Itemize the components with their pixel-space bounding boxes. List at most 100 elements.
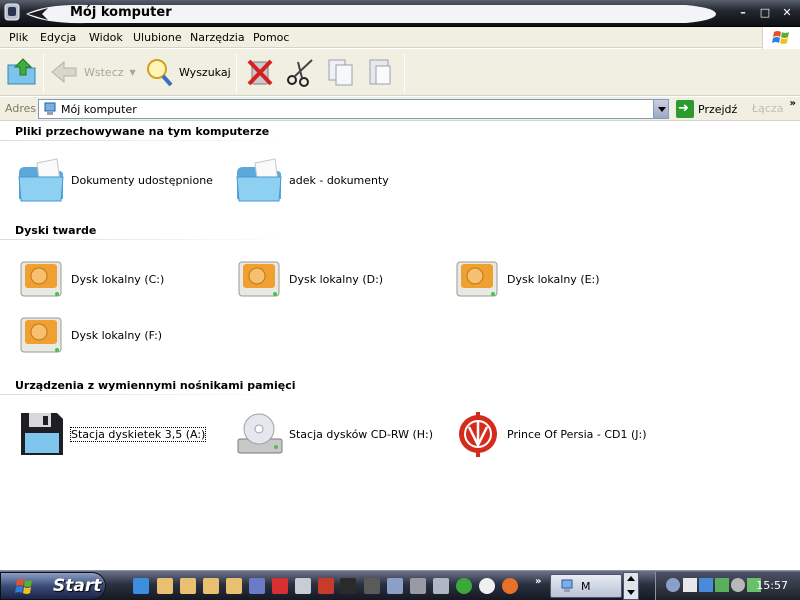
back-arrow-icon: [51, 60, 77, 84]
item-label: Dysk lokalny (C:): [71, 272, 165, 286]
taskbar-scroll[interactable]: [623, 572, 639, 600]
internet-explorer-icon[interactable]: [133, 578, 149, 594]
hard-drive-icon: [20, 261, 62, 297]
links-chevron-icon[interactable]: »: [790, 98, 796, 109]
window-title: Mój komputer: [70, 5, 172, 20]
folder-icon: [236, 158, 282, 202]
minimize-button[interactable]: –: [734, 5, 752, 21]
close-button[interactable]: ✕: [778, 5, 796, 21]
item-label: Dysk lokalny (D:): [289, 272, 384, 286]
menu-tools[interactable]: Narzędzia: [190, 31, 245, 44]
taskbar: Start » M 15:57: [0, 570, 800, 600]
cut-button[interactable]: [284, 54, 316, 90]
scroll-down-icon[interactable]: [627, 590, 635, 595]
item-label: Dokumenty udostępnione: [71, 173, 213, 187]
back-dropdown-icon[interactable]: ▼: [130, 68, 136, 77]
back-button[interactable]: Wstecz ▼: [48, 54, 136, 90]
clock[interactable]: 15:57: [756, 579, 788, 592]
cd-drive-icon: [237, 413, 283, 454]
search-icon: [147, 59, 173, 87]
help-icon[interactable]: [272, 578, 288, 594]
drive-d[interactable]: Dysk lokalny (D:): [235, 251, 383, 307]
keyboard-icon[interactable]: [410, 578, 426, 594]
windows-flag-icon: [15, 579, 32, 594]
drive-c[interactable]: Dysk lokalny (C:): [17, 251, 164, 307]
back-label: Wstecz: [84, 65, 124, 79]
folder-shared-documents[interactable]: Dokumenty udostępnione: [17, 152, 213, 208]
drive-f[interactable]: Dysk lokalny (F:): [17, 307, 162, 363]
film-icon[interactable]: [364, 578, 380, 594]
item-label: Stacja dyskietek 3,5 (A:): [69, 426, 207, 442]
maximize-button[interactable]: □: [756, 5, 774, 21]
start-button[interactable]: Start: [0, 572, 106, 600]
floppy-icon[interactable]: [249, 578, 265, 594]
hard-drive-icon: [456, 261, 498, 297]
search-button[interactable]: Wyszukaj: [143, 54, 231, 90]
quicklaunch-chevron-icon[interactable]: »: [535, 576, 541, 587]
menu-view[interactable]: Widok: [89, 31, 123, 44]
title-bar[interactable]: Mój komputer – □ ✕: [0, 0, 800, 27]
address-dropdown-button[interactable]: [653, 100, 668, 118]
folder-icon[interactable]: [203, 578, 219, 594]
my-computer-icon: [561, 579, 573, 592]
address-label: Adres: [5, 102, 37, 115]
section-title-removable: Urządzenia z wymiennymi nośnikami pamięc…: [15, 379, 296, 392]
folder-icon[interactable]: [180, 578, 196, 594]
taskbar-button-my-computer[interactable]: M: [550, 574, 622, 598]
item-label: adek - dokumenty: [289, 173, 389, 187]
folder-icon[interactable]: [157, 578, 173, 594]
windows-logo: [762, 27, 800, 49]
menu-edit[interactable]: Edycja: [40, 31, 76, 44]
camera-tray-icon[interactable]: [683, 578, 697, 592]
delete-icon: [247, 59, 273, 86]
my-computer-icon: [44, 102, 56, 115]
drive-h-cdrw[interactable]: Stacja dysków CD-RW (H:): [235, 406, 433, 462]
drive-j-cd[interactable]: Prince Of Persia - CD1 (J:): [453, 406, 647, 462]
floppy-drive-icon: [21, 413, 63, 455]
media-player-icon[interactable]: [456, 578, 472, 594]
links-label[interactable]: Łącza: [752, 102, 784, 115]
cd-icon[interactable]: [295, 578, 311, 594]
address-value: Mój komputer: [61, 103, 137, 116]
paste-icon: [369, 59, 391, 85]
network-tray-icon[interactable]: [666, 578, 680, 592]
aol-icon[interactable]: [318, 578, 334, 594]
system-tray: 15:57: [655, 572, 800, 600]
toolbar: Wstecz ▼ Wyszukaj: [0, 49, 800, 96]
address-field[interactable]: Mój komputer: [38, 99, 669, 119]
shared-folder-icon: [18, 158, 64, 202]
item-label: Stacja dysków CD-RW (H:): [289, 427, 434, 441]
scissors-icon: [287, 59, 313, 87]
go-button[interactable]: Przejdź: [676, 99, 737, 119]
item-label: Dysk lokalny (E:): [507, 272, 600, 286]
firefox-icon[interactable]: [502, 578, 518, 594]
menu-help[interactable]: Pomoc: [253, 31, 289, 44]
search-label: Wyszukaj: [179, 65, 231, 79]
scroll-up-icon[interactable]: [627, 576, 635, 581]
section-title-hard-drives: Dyski twarde: [15, 224, 97, 237]
copy-icon: [328, 59, 353, 86]
drive-e[interactable]: Dysk lokalny (E:): [453, 251, 600, 307]
scan-icon[interactable]: [433, 578, 449, 594]
network-icon[interactable]: [387, 578, 403, 594]
start-label: Start: [53, 576, 102, 596]
copy-button[interactable]: [325, 54, 357, 90]
go-arrow-icon: [676, 100, 694, 118]
hard-drive-icon: [238, 261, 280, 297]
drive-a-floppy[interactable]: Stacja dyskietek 3,5 (A:): [17, 406, 207, 462]
up-folder-button[interactable]: [5, 54, 39, 90]
counter-icon[interactable]: [340, 578, 356, 594]
folder-icon[interactable]: [226, 578, 242, 594]
volume-tray-icon[interactable]: [731, 578, 745, 592]
delete-button[interactable]: [245, 54, 275, 90]
menu-favorites[interactable]: Ulubione: [133, 31, 182, 44]
system-menu-icon[interactable]: [3, 3, 21, 23]
monitor-tray-icon[interactable]: [699, 578, 713, 592]
paste-button[interactable]: [364, 54, 396, 90]
content-pane: Pliki przechowywane na tym komputerze Do…: [0, 122, 800, 570]
menu-file[interactable]: Plik: [9, 31, 28, 44]
folder-user-documents[interactable]: adek - dokumenty: [235, 152, 389, 208]
security-tray-icon[interactable]: [715, 578, 729, 592]
panda-icon[interactable]: [479, 578, 495, 594]
item-label: Prince Of Persia - CD1 (J:): [507, 427, 647, 441]
